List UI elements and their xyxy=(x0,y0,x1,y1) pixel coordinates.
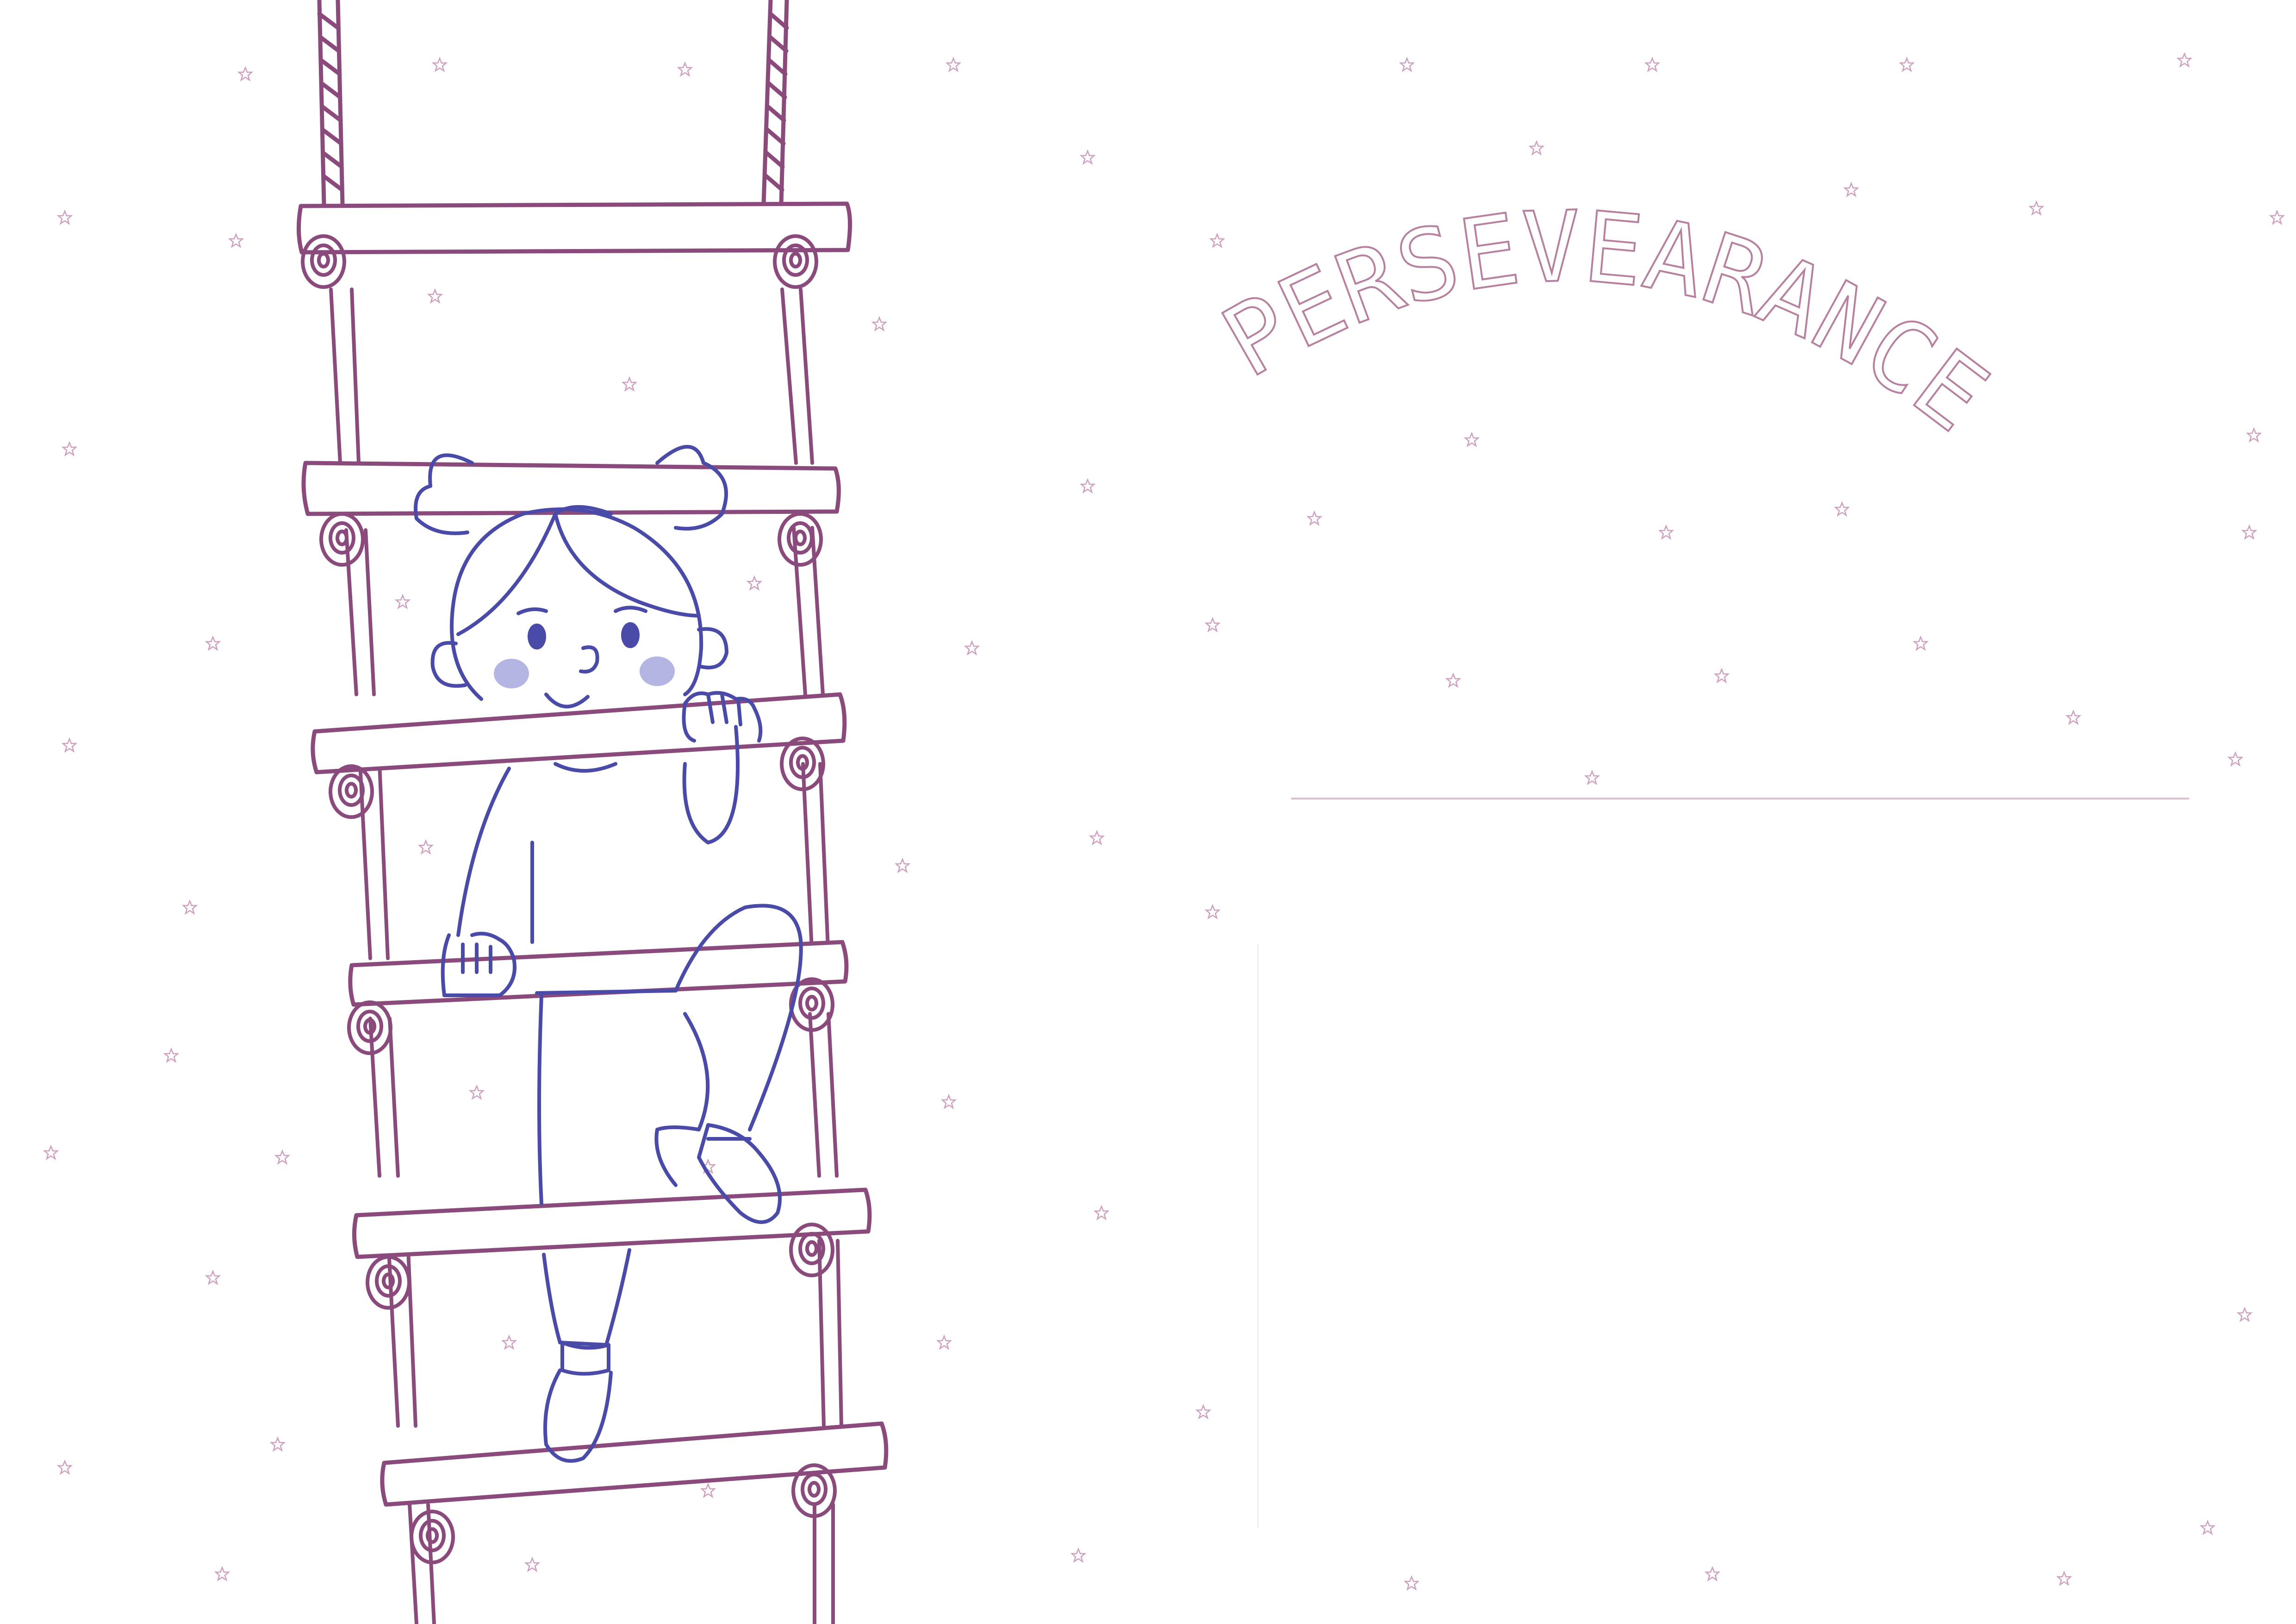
star-icon xyxy=(2246,428,2261,442)
star-icon xyxy=(2200,1520,2215,1535)
star-icon xyxy=(1714,668,1729,683)
star-icon xyxy=(270,1437,285,1451)
star-icon xyxy=(1094,1206,1109,1220)
star-icon xyxy=(1529,141,1544,155)
rung-4 xyxy=(348,940,849,1007)
star-icon xyxy=(62,442,77,456)
star-icon xyxy=(182,900,197,914)
star-icon xyxy=(1645,57,1660,72)
hair xyxy=(456,505,701,636)
star-icon xyxy=(2177,53,2192,67)
nose xyxy=(579,645,599,674)
star-icon xyxy=(872,317,887,331)
leg-left xyxy=(537,993,631,1347)
star-icon xyxy=(1404,1576,1419,1590)
star-icon xyxy=(1071,1548,1086,1562)
rope-ladder-illustration xyxy=(296,0,889,1624)
star-icon xyxy=(1080,150,1095,164)
eye-left xyxy=(528,624,546,650)
star-icon xyxy=(502,1335,516,1349)
star-icon xyxy=(469,1085,484,1099)
star-icon xyxy=(525,1557,540,1572)
star-icon xyxy=(937,1335,952,1349)
star-icon xyxy=(215,1567,230,1581)
star-icon xyxy=(1913,636,1928,650)
ear-right xyxy=(697,627,728,669)
ear-left xyxy=(430,641,467,688)
star-icon xyxy=(1196,1405,1211,1419)
star-icon xyxy=(678,62,692,76)
sock-left xyxy=(560,1341,610,1376)
mouth xyxy=(544,693,590,709)
star-icon xyxy=(1705,1567,1720,1581)
star-icon xyxy=(395,594,410,609)
cheek-left xyxy=(494,659,529,688)
star-icon xyxy=(62,738,77,752)
star-icon xyxy=(418,840,433,854)
star-icon xyxy=(1089,831,1104,845)
star-icon xyxy=(44,1145,58,1160)
star-icon xyxy=(964,641,979,655)
collar xyxy=(554,762,617,773)
star-icon xyxy=(275,1150,290,1164)
star-icon xyxy=(1899,57,1914,72)
star-icon xyxy=(57,210,72,225)
star-icon xyxy=(2242,525,2257,539)
star-icon xyxy=(895,858,910,873)
rung-3 xyxy=(311,692,847,775)
star-icon xyxy=(1844,182,1859,197)
waist xyxy=(535,989,678,995)
top-rope-left xyxy=(317,0,345,206)
star-icon xyxy=(164,1048,179,1062)
star-icon xyxy=(747,576,762,590)
worksheet-illustration: PERSEVEARANCE xyxy=(44,0,2284,1624)
star-icon xyxy=(1659,525,1674,539)
star-icon xyxy=(1205,618,1220,632)
star-icon xyxy=(1205,905,1220,919)
star-icon xyxy=(1080,479,1095,493)
star-icon xyxy=(701,1483,716,1498)
star-icon xyxy=(1400,57,1414,72)
eye-right xyxy=(621,622,640,648)
star-icon xyxy=(1585,770,1599,785)
star-icon xyxy=(941,1094,956,1109)
star-icon xyxy=(428,289,442,303)
title-constellation-text: PERSEVEARANCE xyxy=(1205,190,2008,453)
worksheet-page: PERSEVEARANCE xyxy=(0,0,2296,1624)
star-icon xyxy=(946,57,961,72)
star-icon xyxy=(238,67,253,81)
star-icon xyxy=(205,1270,220,1285)
star-icon xyxy=(205,636,220,650)
rope-knots xyxy=(301,234,837,1564)
star-icon xyxy=(1307,511,1322,525)
star-icon xyxy=(1446,673,1461,687)
star-icon xyxy=(1835,502,1849,516)
star-icon xyxy=(622,377,637,391)
page-title: PERSEVEARANCE xyxy=(1204,189,2009,454)
cheek-right xyxy=(640,656,675,686)
star-icon xyxy=(432,57,447,72)
star-icon xyxy=(2237,1307,2252,1322)
star-icon xyxy=(1464,432,1479,447)
star-icon xyxy=(2228,752,2243,766)
star-icon xyxy=(2066,710,2081,725)
star-icon xyxy=(2270,210,2284,225)
star-icon xyxy=(2057,1571,2072,1586)
star-icon xyxy=(57,1460,72,1474)
star-icon xyxy=(2029,201,2044,215)
star-icon xyxy=(229,233,243,248)
top-rope-right xyxy=(761,0,789,206)
star-icon xyxy=(1210,233,1225,248)
rung-1 xyxy=(296,201,852,255)
